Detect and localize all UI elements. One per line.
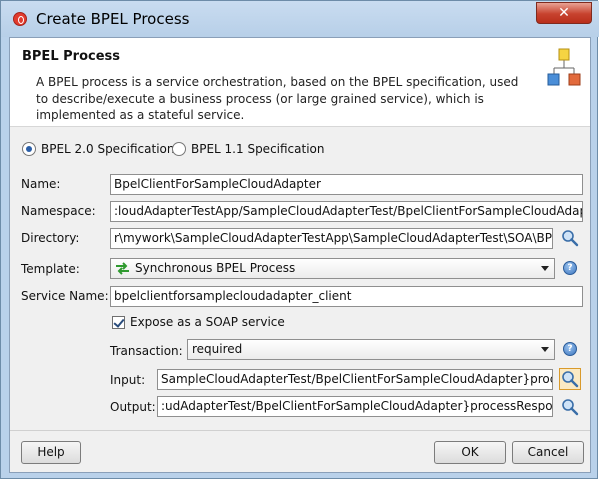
bpel-process-icon	[547, 48, 581, 86]
cancel-button[interactable]: Cancel	[512, 441, 584, 464]
spec-option-label: BPEL 2.0 Specification	[41, 142, 175, 156]
dialog-body: BPEL Process A BPEL process is a service…	[9, 37, 591, 473]
help-button[interactable]: Help	[21, 441, 81, 464]
namespace-label: Namespace:	[21, 204, 96, 218]
directory-browse-search-icon[interactable]	[561, 229, 579, 247]
output-label: Output:	[110, 400, 156, 414]
name-input[interactable]: BpelClientForSampleCloudAdapter	[110, 174, 583, 195]
header-description: A BPEL process is a service orchestratio…	[36, 75, 519, 122]
transaction-label: Transaction:	[110, 344, 183, 358]
directory-label: Directory:	[21, 231, 80, 245]
output-message-field[interactable]: :udAdapterTest/BpelClientForSampleCloudA…	[157, 396, 553, 417]
radio-bpel-1-1[interactable]	[172, 142, 186, 156]
window-title: Create BPEL Process	[36, 10, 190, 28]
radio-bpel-2[interactable]	[22, 142, 36, 156]
expose-soap-label[interactable]: Expose as a SOAP service	[130, 315, 285, 329]
chevron-down-icon	[541, 347, 549, 352]
template-select[interactable]: Synchronous BPEL Process	[110, 258, 555, 279]
service-name-input[interactable]: bpelclientforsamplecloudadapter_client	[110, 286, 583, 307]
title-bar[interactable]: Create BPEL Process ✕	[1, 1, 599, 37]
namespace-input[interactable]: :loudAdapterTestApp/SampleCloudAdapterTe…	[110, 201, 583, 222]
input-browse-button[interactable]	[559, 368, 581, 390]
search-icon	[562, 371, 579, 388]
transaction-value: required	[192, 342, 243, 356]
name-label: Name:	[21, 177, 61, 191]
input-label: Input:	[110, 373, 146, 387]
directory-input[interactable]: r\mywork\SampleCloudAdapterTestApp\Sampl…	[110, 228, 553, 249]
template-help-icon[interactable]: ?	[563, 261, 577, 275]
transaction-select[interactable]: required	[187, 339, 555, 360]
input-message-field[interactable]: SampleCloudAdapterTest/BpelClientForSamp…	[157, 369, 553, 390]
expose-soap-checkbox[interactable]	[112, 316, 125, 329]
ok-button[interactable]: OK	[434, 441, 506, 464]
spec-option-bpel-1-1[interactable]: BPEL 1.1 Specification	[172, 141, 332, 159]
spec-option-bpel-2[interactable]: BPEL 2.0 Specification	[22, 141, 182, 159]
template-label: Template:	[21, 262, 80, 276]
spec-option-label: BPEL 1.1 Specification	[191, 142, 325, 156]
close-button[interactable]: ✕	[536, 2, 592, 24]
transaction-help-icon[interactable]: ?	[563, 342, 577, 356]
chevron-down-icon	[541, 266, 549, 271]
template-value: Synchronous BPEL Process	[135, 261, 296, 275]
sync-arrows-icon	[116, 262, 129, 275]
output-browse-search-icon[interactable]	[561, 398, 579, 416]
create-bpel-process-dialog: Create BPEL Process ✕ BPEL Process A BPE…	[0, 0, 599, 479]
footer-divider	[10, 430, 590, 431]
service-name-label: Service Name:	[21, 289, 109, 303]
header-title: BPEL Process	[22, 49, 120, 64]
app-icon	[13, 12, 27, 26]
header-panel: BPEL Process A BPEL process is a service…	[10, 38, 590, 127]
